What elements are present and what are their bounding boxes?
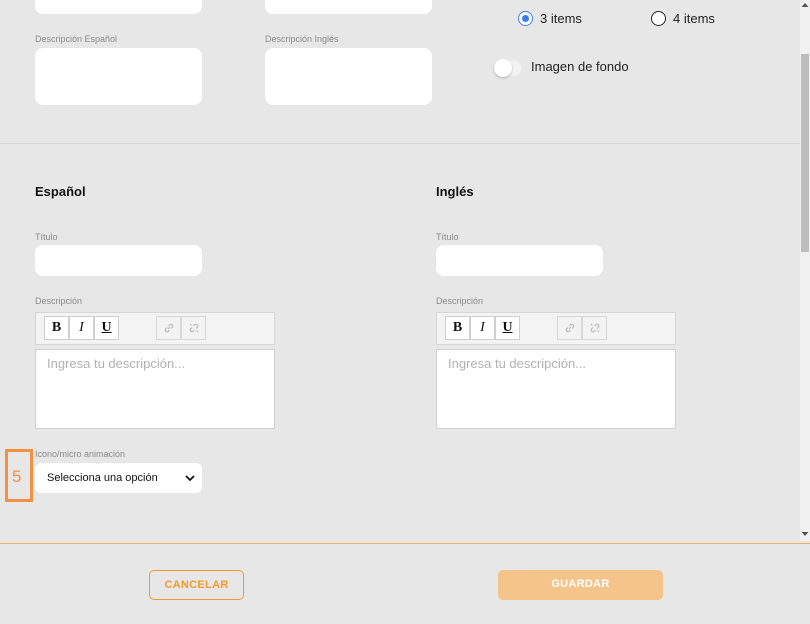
desc-en-textarea[interactable] <box>265 48 432 105</box>
description-es-label: Descripción <box>35 296 83 306</box>
desc-es-textarea[interactable] <box>35 48 202 105</box>
spanish-heading: Español <box>35 184 86 199</box>
scrollbar-thumb[interactable] <box>801 54 809 252</box>
italic-button[interactable]: I <box>69 316 94 340</box>
scroll-up-arrow-icon[interactable] <box>801 2 809 8</box>
title-es-input[interactable] <box>35 245 202 276</box>
cancel-button-label: CANCELAR <box>164 579 229 591</box>
underline-button[interactable]: U <box>94 316 119 340</box>
save-button-label: GUARDAR <box>551 578 610 590</box>
toggle-label: Imagen de fondo <box>531 59 629 74</box>
description-es-editor[interactable]: Ingresa tu descripción... <box>35 349 275 429</box>
description-en-label: Descripción <box>436 296 484 306</box>
link-icon[interactable] <box>156 316 181 340</box>
background-image-toggle[interactable] <box>494 59 522 77</box>
editor-placeholder: Ingresa tu descripción... <box>47 356 186 371</box>
chevron-down-icon <box>185 475 195 482</box>
title-en-label: Título <box>436 232 459 242</box>
title-en-input[interactable] <box>436 245 603 276</box>
radio-3-items[interactable]: 3 items <box>518 11 582 26</box>
italic-button[interactable]: I <box>470 316 495 340</box>
toggle-knob <box>494 59 512 77</box>
underline-button[interactable]: U <box>495 316 520 340</box>
footer-divider <box>0 543 810 544</box>
name-en-input[interactable] <box>265 0 432 14</box>
icon-animation-label: Icono/micro animación <box>35 449 126 459</box>
bold-button[interactable]: B <box>44 316 69 340</box>
link-icon[interactable] <box>557 316 582 340</box>
unlink-icon[interactable] <box>582 316 607 340</box>
cancel-button[interactable]: CANCELAR <box>149 570 244 600</box>
bold-button[interactable]: B <box>445 316 470 340</box>
scroll-down-arrow-icon[interactable] <box>801 531 809 537</box>
desc-en-label: Descripción Inglés <box>265 34 339 44</box>
icon-animation-select[interactable]: Selecciona una opción <box>35 463 202 493</box>
radio-4-label: 4 items <box>673 11 715 26</box>
editor-toolbar-en: B I U <box>436 312 676 345</box>
unlink-icon[interactable] <box>181 316 206 340</box>
radio-4-items[interactable]: 4 items <box>651 11 715 26</box>
select-value: Selecciona una opción <box>47 472 158 484</box>
toggle-track <box>494 59 522 77</box>
editor-toolbar-es: B I U <box>35 312 275 345</box>
step-badge-number: 5 <box>12 467 22 486</box>
desc-es-label: Descripción Español <box>35 34 118 44</box>
description-en-editor[interactable]: Ingresa tu descripción... <box>436 349 676 429</box>
radio-checked-icon <box>518 11 533 26</box>
editor-placeholder: Ingresa tu descripción... <box>448 356 587 371</box>
step-badge: 5 <box>5 449 33 502</box>
title-es-label: Título <box>35 232 58 242</box>
name-es-input[interactable] <box>35 0 202 14</box>
radio-3-label: 3 items <box>540 11 582 26</box>
radio-unchecked-icon <box>651 11 666 26</box>
english-heading: Inglés <box>436 184 474 199</box>
save-button[interactable]: GUARDAR <box>498 570 663 600</box>
section-divider <box>0 143 800 144</box>
